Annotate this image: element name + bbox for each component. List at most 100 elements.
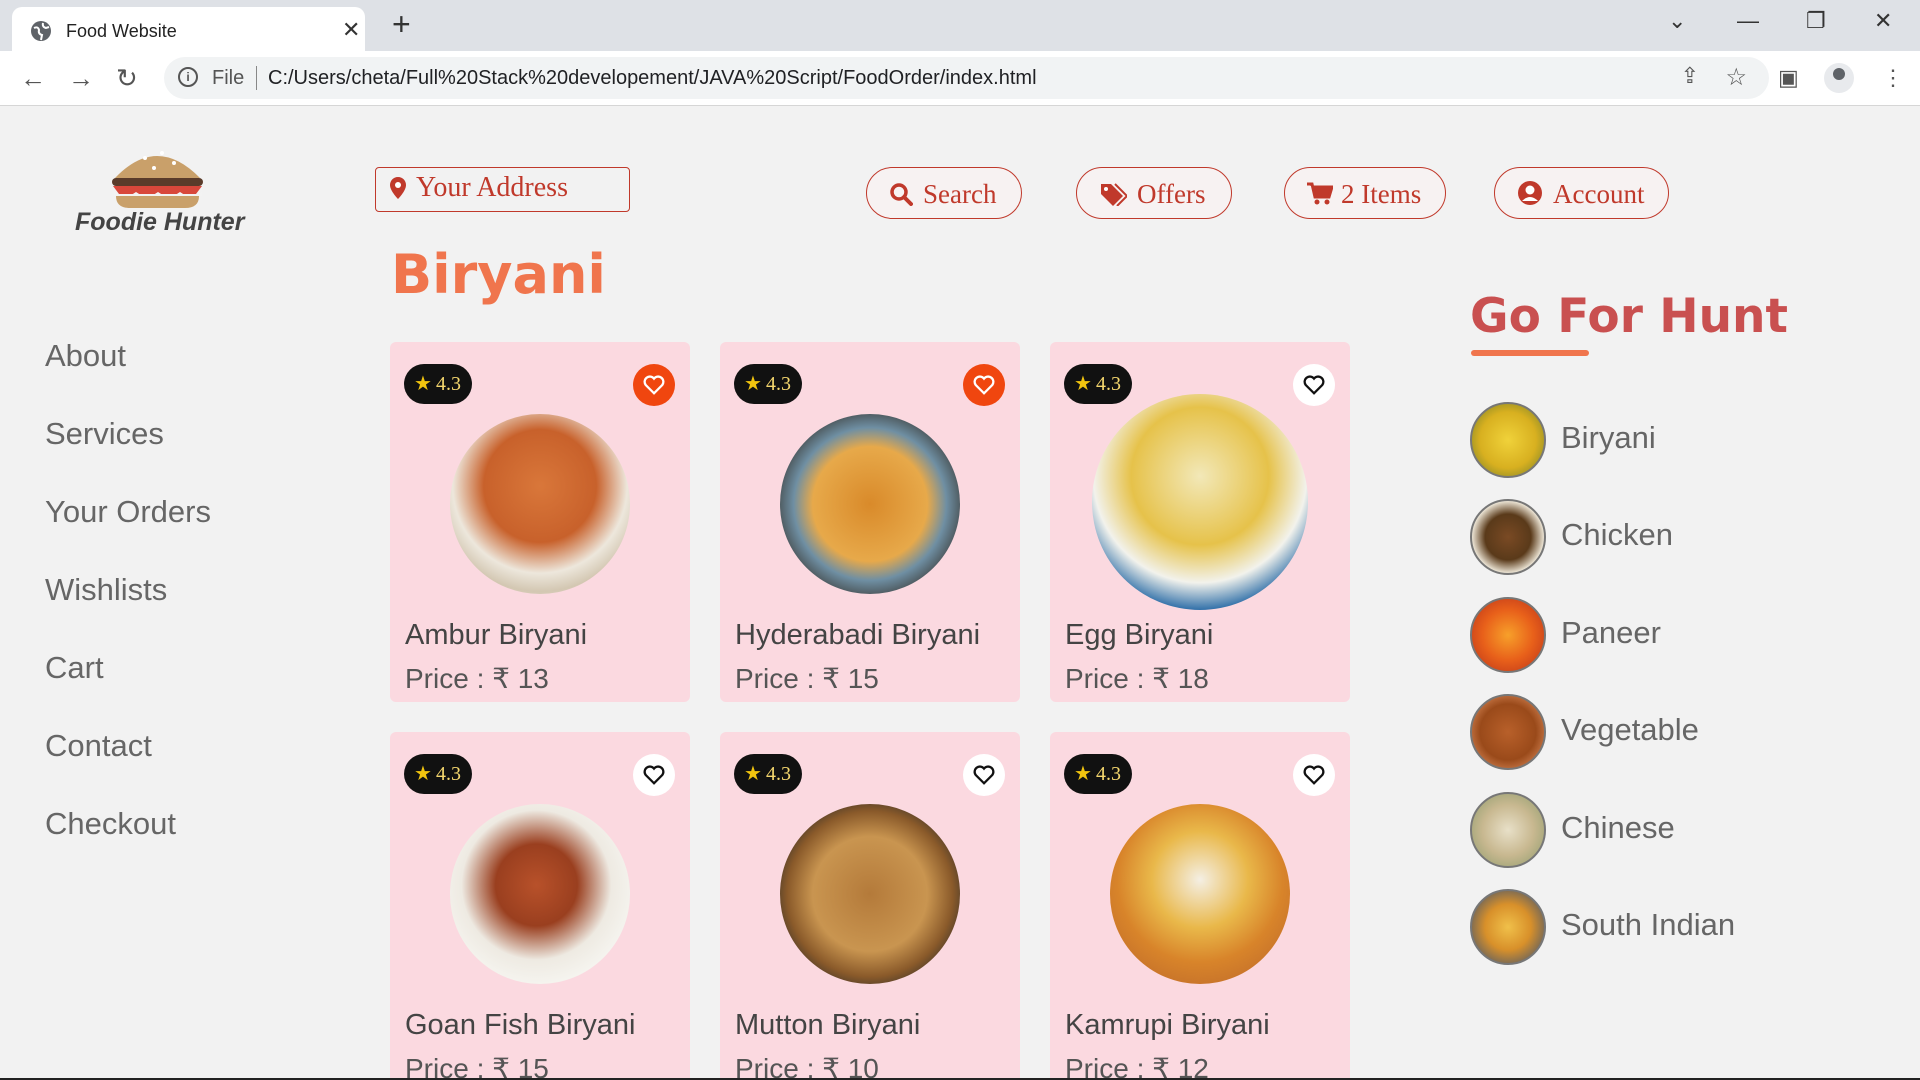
share-icon[interactable]: ⇪ [1681, 63, 1699, 89]
food-price: Price : ₹ 18 [1065, 663, 1209, 694]
rating-value: 4.3 [766, 373, 791, 395]
heart-icon [643, 375, 665, 395]
address-bar[interactable]: i File C:/Users/cheta/Full%20Stack%20dev… [164, 57, 1769, 99]
tags-icon [1101, 183, 1127, 206]
tab-search-chevron-icon[interactable]: ⌄ [1668, 8, 1686, 34]
bookmark-star-icon[interactable]: ☆ [1725, 63, 1747, 92]
food-card[interactable]: ★ 4.3 Hyderabadi Biryani Price : ₹ 15 [720, 342, 1020, 702]
globe-icon [31, 21, 51, 41]
sidebar-item-services[interactable]: Services [45, 416, 164, 452]
wishlist-heart-button[interactable] [1293, 364, 1335, 406]
wishlist-heart-button[interactable] [963, 754, 1005, 796]
rating-badge: ★ 4.3 [1064, 754, 1132, 794]
category-thumbnail [1470, 694, 1546, 770]
back-icon[interactable]: ← [20, 63, 46, 94]
window-close-icon[interactable]: ✕ [1874, 8, 1892, 34]
category-label: Vegetable [1561, 712, 1699, 747]
food-image [450, 804, 630, 984]
category-label: Chicken [1561, 517, 1673, 552]
reload-icon[interactable]: ↻ [116, 63, 138, 94]
tab-title: Food Website [66, 21, 177, 41]
offers-label: Offers [1137, 179, 1206, 209]
food-image [1110, 804, 1290, 984]
restore-icon[interactable]: ❐ [1806, 8, 1826, 34]
star-icon: ★ [744, 373, 762, 395]
new-tab-icon[interactable]: + [392, 6, 411, 43]
search-button[interactable]: Search [866, 167, 1022, 219]
wishlist-heart-button[interactable] [633, 364, 675, 406]
tab-close-icon[interactable]: ✕ [342, 17, 360, 43]
browser-toolbar: ← → ↻ i File C:/Users/cheta/Full%20Stack… [0, 51, 1920, 106]
go-for-hunt-title: Go For Hunt [1470, 289, 1788, 344]
rating-badge: ★ 4.3 [404, 364, 472, 404]
star-icon: ★ [1074, 373, 1092, 395]
food-image [780, 414, 960, 594]
offers-button[interactable]: Offers [1076, 167, 1232, 219]
rating-value: 4.3 [1096, 763, 1121, 785]
browser-tab-bar: Food Website ✕ + ⌄ — ❐ ✕ [0, 0, 1920, 51]
food-card[interactable]: ★ 4.3 Kamrupi Biryani Price : ₹ 12 [1050, 732, 1350, 1080]
rating-badge: ★ 4.3 [1064, 364, 1132, 404]
food-image [1092, 394, 1308, 610]
cart-button[interactable]: 2 Items [1284, 167, 1446, 219]
account-label: Account [1553, 179, 1645, 209]
rating-badge: ★ 4.3 [734, 364, 802, 404]
category-label: Biryani [1561, 420, 1656, 455]
star-icon: ★ [414, 763, 432, 785]
url-text[interactable]: C:/Users/cheta/Full%20Stack%20developeme… [268, 67, 1037, 90]
food-price: Price : ₹ 13 [405, 663, 549, 694]
sidebar-item-contact[interactable]: Contact [45, 728, 152, 764]
food-image [780, 804, 960, 984]
cart-label: 2 Items [1341, 179, 1422, 209]
title-underline [1471, 350, 1589, 356]
address-input[interactable]: Your Address [375, 167, 630, 212]
category-thumbnail [1470, 402, 1546, 478]
category-label: Paneer [1561, 615, 1661, 650]
file-label: File [212, 67, 245, 89]
account-button[interactable]: Account [1494, 167, 1669, 219]
wishlist-heart-button[interactable] [633, 754, 675, 796]
category-label: South Indian [1561, 907, 1736, 942]
rating-badge: ★ 4.3 [404, 754, 472, 794]
heart-outline-icon [973, 765, 995, 785]
food-card[interactable]: ★ 4.3 Mutton Biryani Price : ₹ 10 [720, 732, 1020, 1080]
food-card[interactable]: ★ 4.3 Goan Fish Biryani Price : ₹ 15 [390, 732, 690, 1080]
sidebar-item-wishlists[interactable]: Wishlists [45, 572, 167, 608]
info-icon[interactable]: i [178, 67, 198, 87]
food-name: Mutton Biryani [735, 1009, 921, 1041]
browser-tab[interactable]: Food Website ✕ [12, 7, 365, 51]
rating-value: 4.3 [766, 763, 791, 785]
star-icon: ★ [744, 763, 762, 785]
cart-icon [1307, 182, 1333, 205]
wishlist-heart-button[interactable] [963, 364, 1005, 406]
food-price: Price : ₹ 12 [1065, 1053, 1209, 1080]
profile-avatar-icon[interactable] [1824, 63, 1854, 93]
minimize-icon[interactable]: — [1737, 8, 1759, 34]
food-name: Hyderabadi Biryani [735, 619, 981, 651]
food-card[interactable]: ★ 4.3 Egg Biryani Price : ₹ 18 [1050, 342, 1350, 702]
food-name: Ambur Biryani [405, 619, 588, 651]
heart-outline-icon [643, 765, 665, 785]
menu-kebab-icon[interactable]: ⋮ [1882, 65, 1904, 91]
sidebar-item-checkout[interactable]: Checkout [45, 806, 176, 842]
food-card[interactable]: ★ 4.3 Ambur Biryani Price : ₹ 13 [390, 342, 690, 702]
wishlist-heart-button[interactable] [1293, 754, 1335, 796]
sidebar-item-about[interactable]: About [45, 338, 126, 374]
side-panel-icon[interactable]: ▣ [1778, 65, 1799, 91]
map-pin-icon [390, 177, 406, 199]
category-thumbnail [1470, 889, 1546, 965]
rating-value: 4.3 [1096, 373, 1121, 395]
rating-value: 4.3 [436, 763, 461, 785]
forward-icon[interactable]: → [68, 63, 94, 94]
star-icon: ★ [414, 373, 432, 395]
heart-outline-icon [1303, 765, 1325, 785]
user-circle-icon [1518, 181, 1542, 205]
category-thumbnail [1470, 792, 1546, 868]
logo-text: Foodie Hunter [75, 208, 245, 236]
food-price: Price : ₹ 15 [405, 1053, 549, 1080]
divider [256, 66, 257, 90]
sidebar-item-orders[interactable]: Your Orders [45, 494, 211, 530]
food-name: Goan Fish Biryani [405, 1009, 636, 1041]
rating-value: 4.3 [436, 373, 461, 395]
sidebar-item-cart[interactable]: Cart [45, 650, 104, 686]
